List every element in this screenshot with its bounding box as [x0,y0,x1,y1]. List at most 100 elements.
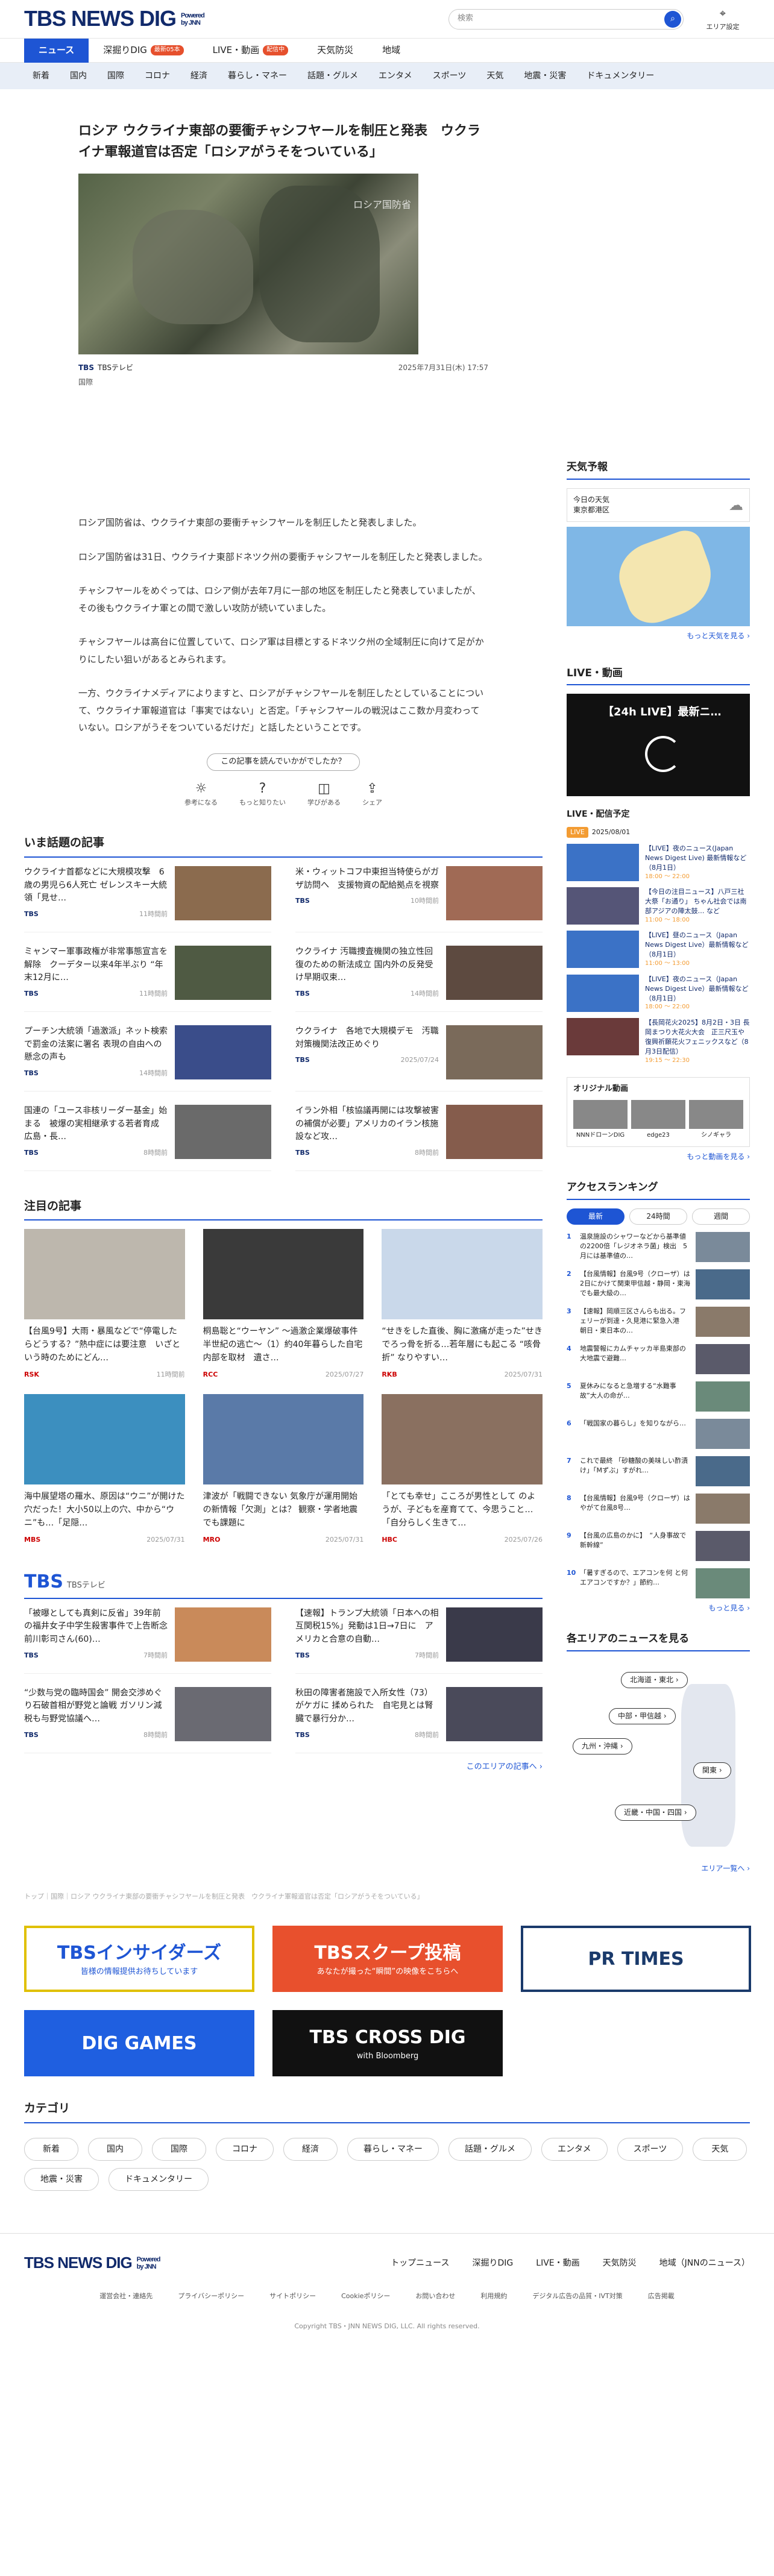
schedule-item[interactable]: 【今日の注目ニュース】八戸三社大祭「お通り」 ちゃん社会では南部アジアの陣太鼓…… [567,887,750,925]
footer-link[interactable]: 地域（JNNのニュース） [659,2257,750,2269]
tab-2[interactable]: LIVE・動画 配信中 [198,39,303,63]
category-item[interactable]: 新着 [24,2137,78,2161]
tab-1[interactable]: 深掘りDIG 最新05本 [89,39,198,63]
footer-sub-link[interactable]: サイトポリシー [269,2292,316,2301]
article-genre[interactable]: 国際 [78,377,488,388]
original-video[interactable]: edge23 [631,1100,685,1140]
footer-sub-link[interactable]: 広告掲載 [648,2292,675,2301]
ranking-item[interactable]: 4 地震警報にカムチャッカ半島東部の大地震で避難… [567,1343,750,1374]
featured-card[interactable]: 「とても幸せ」こころが男性として のようが、子どもを産育てて、今思うこと…「自分… [382,1394,543,1545]
news-card[interactable]: 秋田の障害者施設で入所女性（73）がケガに 揉められた 自宅見とは腎臓で暴行分か… [295,1686,543,1753]
schedule-item[interactable]: 【LIVE】夜のニュース(Japan News Digest Live) 最新情… [567,843,750,881]
footer-link[interactable]: 深掘りDIG [473,2257,514,2269]
article-source[interactable]: TBSテレビ [98,363,133,373]
weather-map[interactable] [567,526,750,631]
ranking-item[interactable]: 9 【台風の広島のかに】 “人身事故で新幹線” [567,1530,750,1561]
news-card[interactable]: ウクライナ 汚職捜査機関の独立性回復のための新法成立 国内外の反発受け早期収束…… [295,945,543,1012]
news-card[interactable]: ウクライナ首都などに大規模攻撃 6歳の男児ら6人死亡 ゼレンスキー大統領「見せ…… [24,865,271,932]
feedback-button[interactable]: ? もっと知りたい [239,779,286,808]
banner[interactable]: TBS CROSS DIG with Bloomberg [272,2010,503,2077]
ranking-item[interactable]: 5 夏休みになると急増する“水難事故”大人の命が… [567,1381,750,1412]
category-nav-item[interactable]: コロナ [136,70,178,82]
featured-card[interactable]: 【台風9号】大雨・暴風などで“停電したらどうする？”熱中症には要注意 いざという… [24,1229,185,1380]
ranking-item[interactable]: 8 【台風情報】台風9号（クローザ）はやがて台風8号… [567,1493,750,1524]
banner[interactable]: TBSスクープ投稿 あなたが撮った“瞬間”の映像をこちらへ [272,1926,503,1993]
ranking-item[interactable]: 2 【台風情報】台風9号（クローザ）は2日にかけて関東甲信越・静岡・東海でも最大級… [567,1269,750,1299]
banner[interactable]: PR TIMES [521,1926,751,1993]
ranking-tab[interactable]: 週間 [692,1208,750,1225]
footer-link[interactable]: 天気防災 [603,2257,637,2269]
schedule-item[interactable]: 【長岡花火2025】8月2日・3日 長岡まつり大花火大会 正三尺玉や復興祈願花火… [567,1017,750,1065]
video-more-link[interactable]: もっと動画を見る › [567,1152,750,1162]
ranking-tab[interactable]: 最新 [567,1208,625,1225]
category-item[interactable]: エンタメ [541,2137,608,2161]
category-item[interactable]: 地震・災害 [24,2168,99,2191]
footer-link[interactable]: トップニュース [391,2257,449,2269]
category-item[interactable]: 話題・グルメ [448,2137,532,2161]
category-nav-item[interactable]: 国内 [61,70,95,82]
schedule-item[interactable]: 【LIVE】夜のニュース（Japan News Digest Live）最新情報… [567,974,750,1012]
area-button[interactable]: 中部・甲信越 › [609,1708,676,1725]
feedback-button[interactable]: ◫ 学びがある [307,779,341,808]
footer-sub-link[interactable]: お問い合わせ [415,2292,455,2301]
weather-more-link[interactable]: もっと天気を見る › [567,631,750,641]
feedback-button[interactable]: ☼ 参考になる [184,779,218,808]
category-nav-item[interactable]: スポーツ [424,70,475,82]
category-nav-item[interactable]: 国際 [99,70,133,82]
category-item[interactable]: 天気 [693,2137,747,2161]
footer-link[interactable]: LIVE・動画 [536,2257,579,2269]
weather-today[interactable]: 今日の天気 東京都港区 ☁ [567,488,750,523]
news-card[interactable]: “少数与党の臨時国会” 開会交渉めぐり石破首相が野党と論戦 ガソリン減税も与野党… [24,1686,271,1753]
original-video[interactable]: シノギャラ [689,1100,743,1140]
category-nav-item[interactable]: 地震・災害 [515,70,574,82]
live-player[interactable]: 【24h LIVE】最新ニ… [567,694,750,797]
category-item[interactable]: 国内 [88,2137,142,2161]
featured-card[interactable]: “せきをした直後、胸に激痛が走った”せきでろっ骨を折る…若年層にも起こる “咳骨… [382,1229,543,1380]
news-card[interactable]: 米・ウィットコフ中東担当特使らがガザ訪問へ 支援物資の配給拠点を視察 TBS 10時… [295,865,543,932]
footer-sub-link[interactable]: Cookieポリシー [341,2292,390,2301]
news-card[interactable]: プーチン大統領「過激派」ネット検索で罰金の法案に署名 表現の自由への懸念の声も T… [24,1025,271,1092]
tbs-more-link[interactable]: このエリアの記事へ › [24,1762,543,1773]
area-button[interactable]: 関東 › [693,1762,731,1779]
category-nav-item[interactable]: 経済 [182,70,216,82]
area-more-link[interactable]: エリア一覧へ › [567,1864,750,1874]
source-logo[interactable]: TBS [78,363,94,373]
original-video[interactable]: NNNドローンDIG [573,1100,628,1140]
category-nav-item[interactable]: エンタメ [370,70,421,82]
tab-4[interactable]: 地域 [368,39,415,63]
news-card[interactable]: イラン外相「核協議再開には攻撃被害の補償が必要」アメリカのイラン核施設など攻… T… [295,1104,543,1171]
ranking-item[interactable]: 6 「戦国家の暮らし」を知りながら… [567,1418,750,1449]
news-card[interactable]: ミャンマー軍事政権が非常事態宣言を解除 クーデター以来4年半ぶり “年末12月に… [24,945,271,1012]
category-item[interactable]: ドキュメンタリー [109,2168,209,2191]
category-item[interactable]: 経済 [283,2137,338,2161]
footer-sub-link[interactable]: 利用規約 [480,2292,507,2301]
site-logo[interactable]: TBS NEWS DIG Powered by JNN [24,3,205,34]
area-button[interactable]: 北海道・東北 › [621,1672,688,1689]
footer-sub-link[interactable]: デジタル広告の品質・IVT対策 [532,2292,622,2301]
ranking-item[interactable]: 10 「暑すぎるので、エアコンを何 と何 エアコンですか？」節約… [567,1568,750,1598]
footer-logo[interactable]: TBS NEWS DIG Powered by JNN [24,2252,161,2275]
breadcrumb[interactable]: トップ｜国際｜ロシア ウクライナ東部の要衝チャシフヤールを制圧と発表 ウクライナ… [0,1874,774,1902]
category-nav-item[interactable]: 暮らし・マネー [219,70,295,82]
category-item[interactable]: 国際 [152,2137,206,2161]
category-nav-item[interactable]: 天気 [478,70,512,82]
tab-0[interactable]: ニュース [24,38,89,63]
banner[interactable]: DIG GAMES [24,2010,254,2077]
search-icon[interactable]: ⌕ [664,10,681,28]
search-box[interactable]: 検索 ⌕ [448,8,684,30]
ranking-tab[interactable]: 24時間 [629,1208,687,1225]
search-input[interactable]: 検索 [458,13,664,25]
area-setting-button[interactable]: ⌖ エリア設定 [696,6,750,31]
footer-sub-link[interactable]: 運営会社・連絡先 [99,2292,153,2301]
category-item[interactable]: コロナ [216,2137,274,2161]
ranking-item[interactable]: 1 温泉施設のシャワーなどから基準値の2200倍「レジオネラ菌」検出 5月には基準… [567,1231,750,1262]
ranking-item[interactable]: 7 これで最終 「砂糖酸の美味しい酢漬け」「Mずぶ」すがれ… [567,1456,750,1486]
category-nav-item[interactable]: 新着 [24,70,58,82]
news-card[interactable]: 国連の「ユース非核リーダー基金」始まる 被爆の実相継承する若者育成 広島・長… T… [24,1104,271,1171]
tab-3[interactable]: 天気防災 [303,39,368,63]
feedback-button[interactable]: ⇪ シェア [362,779,382,808]
featured-card[interactable]: 津波が「戦闘できない 気象庁が運用開始の新情報「欠測」とは？ 観察・学者地震でも… [203,1394,364,1545]
area-button[interactable]: 近畿・中国・四国 › [615,1805,696,1821]
category-item[interactable]: スポーツ [617,2137,684,2161]
category-item[interactable]: 暮らし・マネー [347,2137,439,2161]
